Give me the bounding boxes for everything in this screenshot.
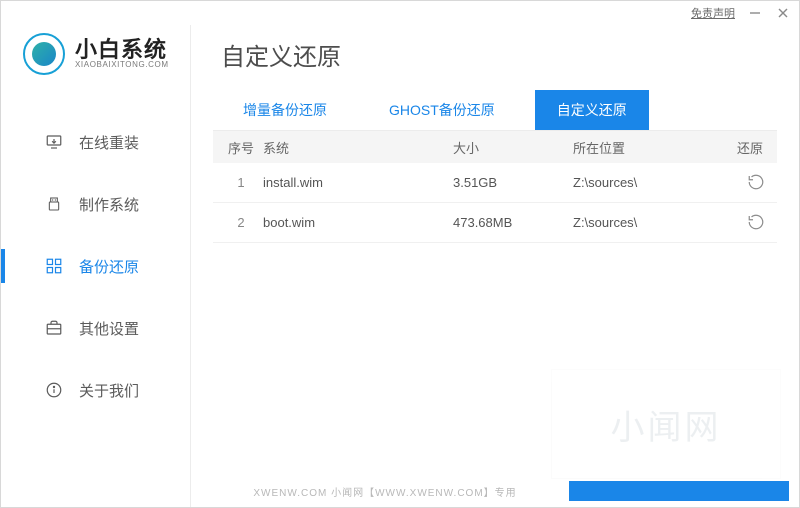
cell-size: 473.68MB	[453, 215, 573, 230]
cell-system: boot.wim	[263, 215, 453, 230]
restore-button[interactable]	[745, 211, 767, 233]
col-location: 所在位置	[573, 138, 717, 157]
tab-custom-restore[interactable]: 自定义还原	[535, 90, 649, 130]
table-header: 序号 系统 大小 所在位置 还原	[213, 131, 777, 163]
col-size: 大小	[453, 138, 573, 157]
table-row: 2 boot.wim 473.68MB Z:\sources\	[213, 203, 777, 243]
footer-accent-bar	[569, 481, 789, 501]
sidebar-item-label: 制作系统	[79, 194, 139, 215]
brand-sub: XIAOBAIXITONG.COM	[75, 61, 169, 69]
app-logo: 小白系统 XIAOBAIXITONG.COM	[1, 25, 190, 93]
sidebar-item-label: 关于我们	[79, 380, 139, 401]
sidebar-item-other-settings[interactable]: 其他设置	[1, 297, 190, 359]
tabs: 增量备份还原 GHOST备份还原 自定义还原	[213, 90, 777, 131]
col-index: 序号	[219, 138, 263, 157]
cell-index: 1	[219, 175, 263, 190]
main-panel: 自定义还原 增量备份还原 GHOST备份还原 自定义还原 序号 系统 大小 所在…	[191, 25, 799, 507]
cell-system: install.wim	[263, 175, 453, 190]
watermark: 小闻网	[551, 369, 781, 479]
sidebar-item-label: 其他设置	[79, 318, 139, 339]
close-button[interactable]	[775, 5, 791, 21]
tab-incremental-backup-restore[interactable]: 增量备份还原	[221, 90, 349, 130]
grid-icon	[45, 257, 63, 275]
table-row: 1 install.wim 3.51GB Z:\sources\	[213, 163, 777, 203]
logo-icon	[23, 33, 65, 75]
page-title: 自定义还原	[213, 31, 777, 90]
sidebar-item-about[interactable]: 关于我们	[1, 359, 190, 421]
col-restore: 还原	[717, 138, 767, 157]
usb-icon	[45, 195, 63, 213]
col-system: 系统	[263, 138, 453, 157]
restore-table: 序号 系统 大小 所在位置 还原 1 install.wim 3.51GB Z:…	[213, 131, 777, 243]
sidebar-item-label: 备份还原	[79, 256, 139, 277]
minimize-button[interactable]	[747, 5, 763, 21]
restore-button[interactable]	[745, 171, 767, 193]
monitor-download-icon	[45, 133, 63, 151]
cell-location: Z:\sources\	[573, 175, 717, 190]
cell-size: 3.51GB	[453, 175, 573, 190]
sidebar-nav: 在线重装 制作系统 备份还原	[1, 111, 190, 421]
info-icon	[45, 381, 63, 399]
brand-name: 小白系统	[75, 38, 169, 61]
sidebar-item-make-system[interactable]: 制作系统	[1, 173, 190, 235]
sidebar-item-online-reinstall[interactable]: 在线重装	[1, 111, 190, 173]
cell-index: 2	[219, 215, 263, 230]
briefcase-icon	[45, 319, 63, 337]
tab-ghost-backup-restore[interactable]: GHOST备份还原	[367, 90, 517, 130]
cell-location: Z:\sources\	[573, 215, 717, 230]
sidebar-item-backup-restore[interactable]: 备份还原	[1, 235, 190, 297]
disclaimer-link[interactable]: 免责声明	[691, 5, 735, 21]
titlebar: 免责声明	[1, 1, 799, 25]
app-window: 免责声明 小白系统 XIAOBAIXITONG.COM	[0, 0, 800, 508]
sidebar: 小白系统 XIAOBAIXITONG.COM 在线重装 制作系统	[1, 25, 191, 507]
sidebar-item-label: 在线重装	[79, 132, 139, 153]
